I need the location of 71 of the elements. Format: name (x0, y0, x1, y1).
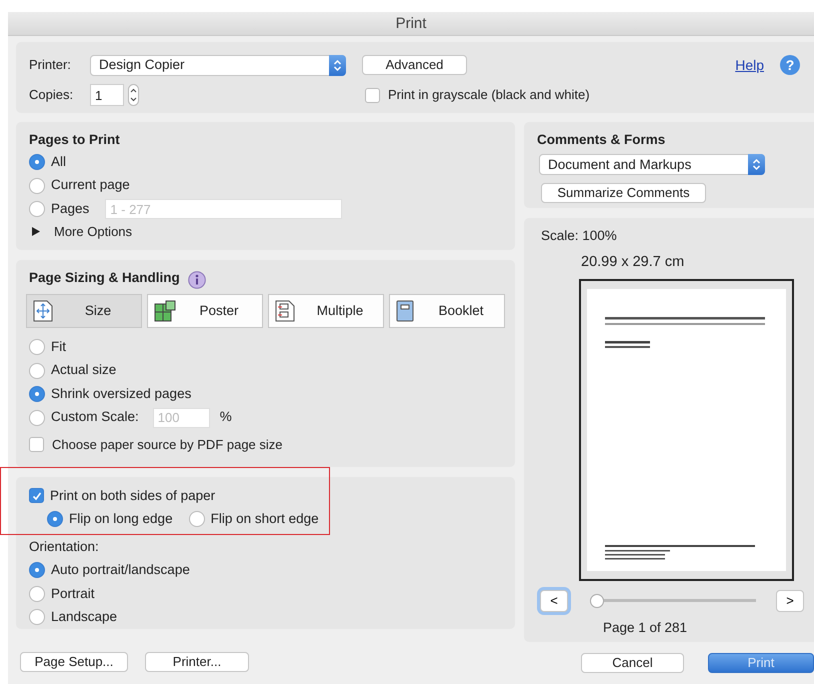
checkbox-label: Print on both sides of paper (50, 486, 216, 505)
select-value: Document and Markups (548, 156, 692, 174)
panel-title: Pages to Print (29, 131, 121, 149)
next-page-button[interactable]: > (776, 590, 804, 612)
window-title: Print (8, 12, 814, 36)
field-label: Copies: (29, 86, 74, 104)
option-label: Current page (51, 176, 130, 194)
select-value: Design Copier (99, 56, 185, 74)
dropdown-arrows-icon[interactable] (748, 154, 765, 176)
panel-title: Page Sizing & Handling (29, 269, 180, 287)
orientation-label: Orientation: (29, 538, 100, 556)
option-label: Fit (51, 338, 66, 356)
dropdown-arrows-icon[interactable] (329, 54, 346, 76)
advanced-button[interactable]: Advanced (362, 55, 467, 75)
checkbox[interactable] (29, 488, 44, 504)
radio-button[interactable] (29, 386, 45, 402)
option-label: Pages (51, 200, 90, 218)
page-counter: Page 1 of 281 (602, 619, 688, 637)
comments-select[interactable]: Document and Markups (539, 154, 765, 176)
option-label: Flip on short edge (210, 510, 319, 528)
printer-select[interactable]: Design Copier (90, 54, 346, 76)
checkbox-label: Print in grayscale (black and white) (388, 86, 590, 104)
checkmark-icon (32, 490, 42, 501)
field-label: Printer: (29, 56, 72, 74)
radio-button[interactable] (188, 511, 205, 528)
slider-thumb[interactable] (590, 594, 604, 608)
radio-button[interactable] (29, 339, 45, 355)
scale-label: Scale: 100% (540, 227, 617, 245)
size-mode-icon (33, 300, 55, 322)
radio-button[interactable] (29, 586, 45, 602)
help-link[interactable]: Help (735, 54, 764, 76)
option-label: Flip on long edge (69, 510, 173, 528)
radio-button[interactable] (29, 609, 45, 626)
radio-button[interactable] (29, 562, 45, 578)
page-size-label: 20.99 x 29.7 cm (581, 253, 684, 272)
radio-button[interactable] (29, 178, 45, 194)
previous-page-button[interactable]: < (540, 590, 568, 612)
checkbox[interactable] (29, 436, 44, 452)
more-options-label[interactable]: More Options (54, 222, 132, 242)
option-label: Shrink oversized pages (51, 384, 192, 403)
printer-button[interactable]: Printer... (145, 652, 249, 672)
checkbox-label: Choose paper source by PDF page size (52, 436, 283, 454)
radio-button[interactable] (47, 511, 63, 528)
page-range-field[interactable]: 1 - 277 (105, 199, 342, 219)
radio-button[interactable] (29, 154, 45, 170)
poster-mode-icon (154, 300, 176, 322)
radio-button[interactable] (29, 362, 45, 378)
option-label: Auto portrait/landscape (51, 561, 190, 580)
mode-tab[interactable]: Booklet (389, 294, 505, 328)
cancel-button[interactable]: Cancel (581, 653, 684, 673)
multiple-mode-icon (275, 300, 297, 322)
mode-tab[interactable]: Multiple (268, 294, 384, 328)
summarize-comments-button[interactable]: Summarize Comments (541, 183, 706, 204)
info-icon[interactable] (188, 269, 206, 288)
disclosure-triangle-icon[interactable] (32, 227, 40, 236)
mode-tab[interactable]: Size (26, 294, 142, 328)
option-label: Actual size (51, 361, 116, 380)
mode-tab[interactable]: Poster (147, 294, 263, 328)
radio-button[interactable] (29, 201, 45, 217)
page-setup-button[interactable]: Page Setup... (20, 652, 128, 672)
copies-field[interactable]: 1 (90, 84, 124, 106)
scale-field[interactable]: 100 (152, 408, 210, 428)
option-label: Custom Scale: (51, 408, 139, 426)
unit-label: % (220, 408, 232, 426)
stepper-icon[interactable] (128, 84, 139, 106)
radio-button[interactable] (29, 410, 45, 426)
option-label: Landscape (51, 608, 118, 626)
option-label: Portrait (51, 584, 95, 603)
panel-title: Comments & Forms (537, 131, 666, 149)
option-label: All (51, 152, 66, 171)
checkbox[interactable] (365, 88, 380, 102)
